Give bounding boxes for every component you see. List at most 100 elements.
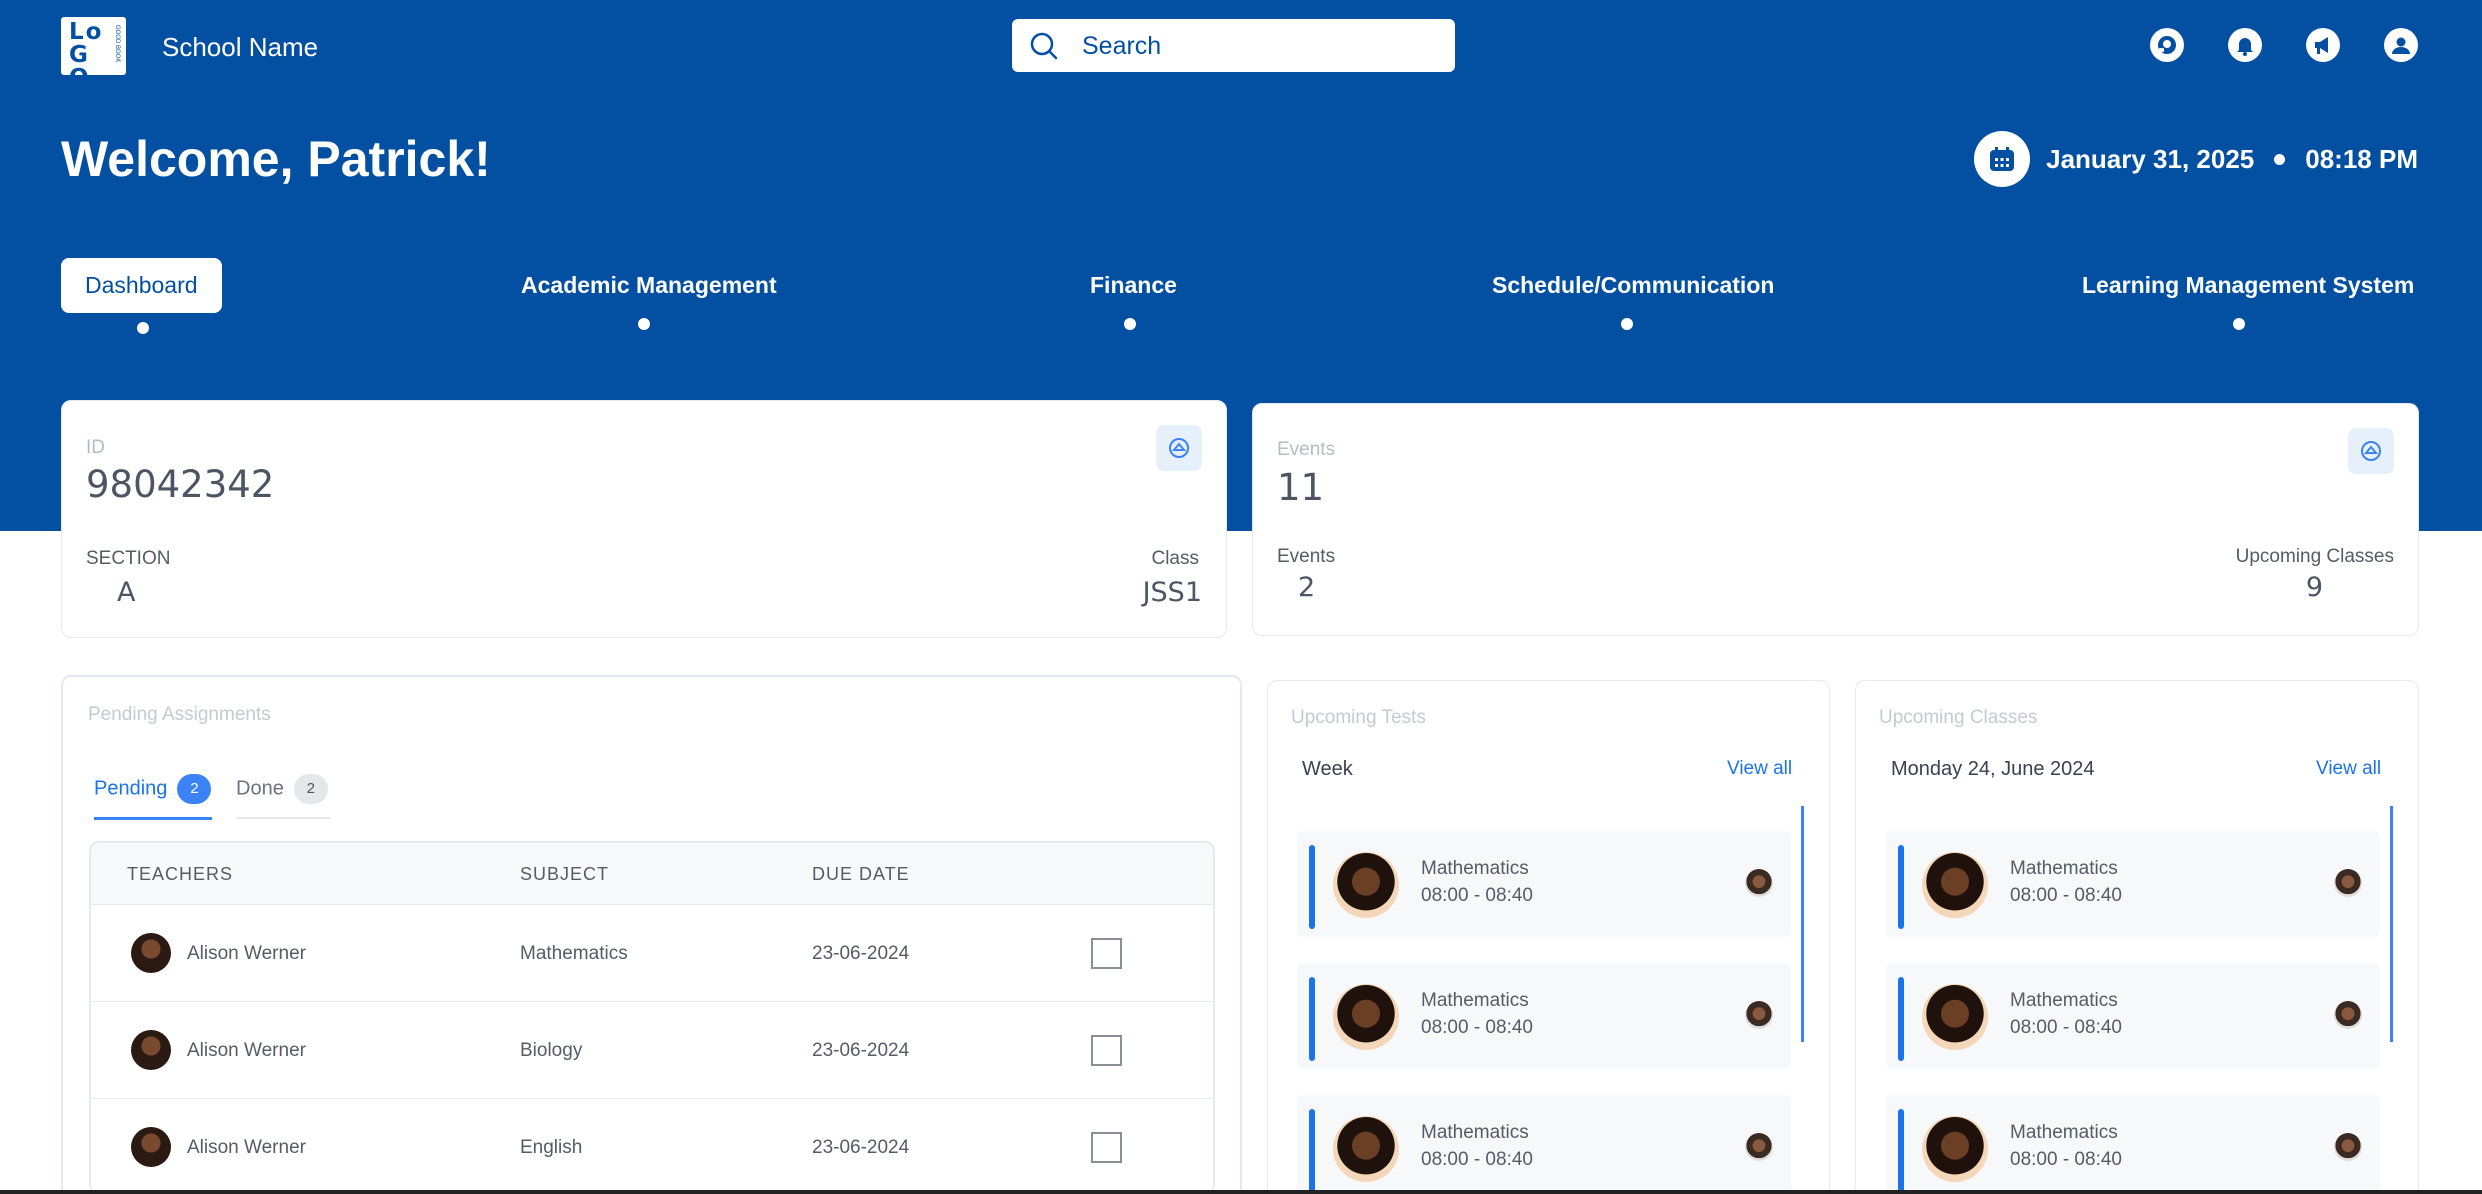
accent-bar: [1898, 845, 1904, 929]
tab-label: Pending: [94, 777, 168, 800]
teacher-name: Alison Werner: [187, 1137, 306, 1158]
events2-label: Events: [1277, 546, 1336, 567]
nav-label: Finance: [1090, 272, 1177, 298]
card-icon: [2348, 428, 2394, 474]
nav-dashboard[interactable]: Dashboard: [61, 258, 222, 338]
avatar: [131, 1030, 171, 1070]
class-item[interactable]: Mathematics 08:00 - 08:40: [1886, 831, 2380, 937]
tab-done[interactable]: Done 2: [236, 774, 328, 804]
scrollbar[interactable]: [2390, 806, 2393, 1042]
support-icon[interactable]: [2150, 28, 2184, 62]
due-date: 23-06-2024: [812, 943, 910, 964]
events-value: 11: [1277, 466, 1325, 509]
events2-value: 2: [1298, 572, 1316, 603]
scrollbar[interactable]: [1801, 806, 1804, 1042]
avatar: [1745, 1001, 1773, 1029]
school-logo[interactable]: LoGO GOOD BOOK: [61, 17, 126, 90]
time: 08:00 - 08:40: [1421, 1017, 1533, 1038]
time: 08:00 - 08:40: [1421, 1149, 1533, 1170]
nav-learning-management-system[interactable]: Learning Management System: [2058, 258, 2438, 338]
card-icon: [1156, 425, 1202, 471]
section-value: A: [117, 577, 136, 608]
top-bar: LoGO GOOD BOOK School Name: [0, 0, 2482, 92]
table-row: Alison Werner Mathematics 23-06-2024: [91, 905, 1213, 1002]
bottom-edge: [0, 1190, 2482, 1194]
class-item[interactable]: Mathematics 08:00 - 08:40: [1886, 963, 2380, 1069]
table-row: Alison Werner Biology 23-06-2024: [91, 1002, 1213, 1099]
accent-bar: [1309, 1109, 1315, 1193]
panel-title: Upcoming Classes: [1879, 707, 2038, 728]
avatar: [1745, 869, 1773, 897]
row-checkbox[interactable]: [1091, 1035, 1122, 1066]
subject: Mathematics: [520, 943, 628, 964]
row-checkbox[interactable]: [1091, 1132, 1122, 1163]
id-label: ID: [86, 437, 105, 458]
search-box: [1012, 19, 1455, 72]
nav-schedule-communication[interactable]: Schedule/Communication: [1468, 258, 1798, 338]
avatar: [2334, 1001, 2362, 1029]
calendar-icon: [1974, 131, 2031, 187]
teacher-photo: [1333, 1116, 1399, 1182]
avatar: [1745, 1133, 1773, 1161]
subject: Mathematics: [1421, 1122, 1529, 1143]
column-header: TEACHERS: [127, 864, 234, 884]
megaphone-icon[interactable]: [2306, 28, 2340, 62]
teacher-name: Alison Werner: [187, 1040, 306, 1061]
school-name: School Name: [162, 32, 319, 62]
nav-finance[interactable]: Finance: [1066, 258, 1201, 338]
nav-dot: [137, 322, 149, 334]
student-id-card: ID 98042342 SECTION A Class JSS1: [61, 400, 1227, 638]
teacher-photo: [1922, 1116, 1988, 1182]
accent-bar: [1309, 977, 1315, 1061]
time: 08:00 - 08:40: [2010, 885, 2122, 906]
id-value: 98042342: [86, 463, 275, 506]
subject: Mathematics: [2010, 990, 2118, 1011]
avatar: [2334, 869, 2362, 897]
view-all-link[interactable]: View all: [1727, 758, 1792, 780]
nav-label: Schedule/Communication: [1492, 272, 1775, 298]
accent-bar: [1898, 1109, 1904, 1193]
user-icon[interactable]: [2384, 28, 2418, 62]
nav-dot: [1621, 318, 1633, 330]
date-label: Monday 24, June 2024: [1891, 758, 2095, 780]
nav-label: Academic Management: [521, 272, 777, 298]
class-value: JSS1: [1142, 577, 1202, 608]
subject: Mathematics: [1421, 858, 1529, 879]
events-label: Events: [1277, 439, 1336, 460]
teacher-photo: [1333, 852, 1399, 918]
subject: English: [520, 1137, 583, 1158]
test-item[interactable]: Mathematics 08:00 - 08:40: [1297, 1095, 1791, 1194]
subject: Mathematics: [1421, 990, 1529, 1011]
subject: Biology: [520, 1040, 583, 1061]
search-input[interactable]: [1082, 29, 1442, 63]
count-badge: 2: [177, 774, 212, 804]
due-date: 23-06-2024: [812, 1137, 910, 1158]
period-label: Week: [1302, 758, 1353, 780]
tab-label: Done: [236, 777, 284, 800]
events-card: Events 11 Events 2 Upcoming Classes 9: [1252, 403, 2419, 636]
class-item[interactable]: Mathematics 08:00 - 08:40: [1886, 1095, 2380, 1194]
separator-dot: [2274, 153, 2286, 165]
nav-label: Learning Management System: [2082, 272, 2415, 298]
test-item[interactable]: Mathematics 08:00 - 08:40: [1297, 963, 1791, 1069]
assignments-table: TEACHERS SUBJECT DUE DATE Alison Werner …: [89, 841, 1215, 1194]
teacher-photo: [1922, 984, 1988, 1050]
bell-icon[interactable]: [2228, 28, 2262, 62]
view-all-link[interactable]: View all: [2316, 758, 2381, 780]
logo-text: LoGO: [69, 19, 104, 91]
test-item[interactable]: Mathematics 08:00 - 08:40: [1297, 831, 1791, 937]
row-checkbox[interactable]: [1091, 938, 1122, 969]
avatar: [131, 1127, 171, 1167]
teacher-name: Alison Werner: [187, 943, 306, 964]
class-label: Class: [1151, 548, 1199, 569]
time: 08:00 - 08:40: [2010, 1017, 2122, 1038]
section-label: SECTION: [86, 548, 171, 569]
nav-academic-management[interactable]: Academic Management: [497, 258, 801, 338]
tab-underline: [236, 817, 330, 819]
tab-pending[interactable]: Pending 2: [94, 774, 212, 804]
date-time: January 31, 2025 08:18 PM: [1974, 131, 2418, 187]
avatar: [2334, 1133, 2362, 1161]
nav-dot: [1124, 318, 1136, 330]
panel-title: Pending Assignments: [88, 704, 271, 725]
column-header: SUBJECT: [520, 864, 610, 884]
